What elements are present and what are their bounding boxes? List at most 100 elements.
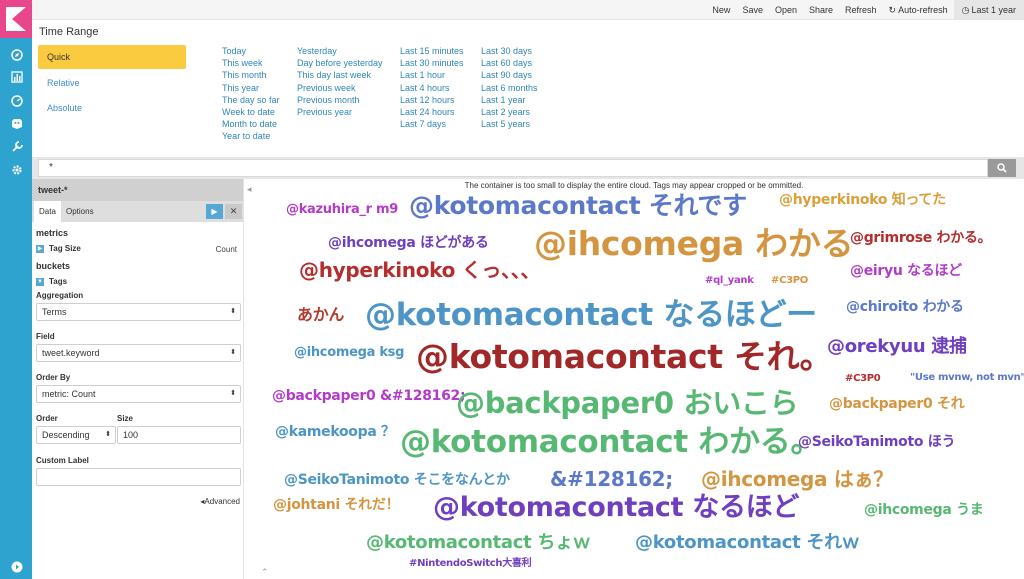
cloud-tag[interactable]: @ihcomega わかる bbox=[534, 227, 854, 260]
quick-link[interactable]: Month to date bbox=[222, 118, 280, 130]
aggregation-select[interactable]: Terms ⬍ bbox=[36, 303, 241, 321]
cloud-tag[interactable]: @ihcomega うま bbox=[864, 503, 984, 517]
cloud-tag[interactable]: @kotomacontact それ。 bbox=[416, 340, 833, 373]
quick-link[interactable]: Previous month bbox=[297, 94, 383, 106]
size-input[interactable]: 100 bbox=[117, 426, 241, 444]
dashboard-icon[interactable] bbox=[10, 94, 23, 107]
cloud-tag[interactable]: #NintendoSwitch大喜利 bbox=[409, 559, 532, 569]
save-button[interactable]: Save bbox=[736, 5, 769, 15]
order-value: Descending bbox=[42, 430, 90, 440]
quick-link[interactable]: Last 30 minutes bbox=[400, 57, 464, 69]
quick-link[interactable]: Last 2 years bbox=[481, 106, 538, 118]
quick-link[interactable]: Last 4 hours bbox=[400, 82, 464, 94]
cloud-tag[interactable]: #C3PO bbox=[771, 276, 808, 286]
timelion-icon[interactable] bbox=[10, 117, 23, 130]
quick-link[interactable]: Day before yesterday bbox=[297, 57, 383, 69]
quick-link[interactable]: The day so far bbox=[222, 94, 280, 106]
quick-link[interactable]: This day last week bbox=[297, 69, 383, 81]
search-button[interactable] bbox=[988, 159, 1016, 177]
quick-link[interactable]: Last 1 hour bbox=[400, 69, 464, 81]
cloud-tag[interactable]: @kotomacontact ちょｗ bbox=[366, 534, 591, 552]
quick-link[interactable]: Last 60 days bbox=[481, 57, 538, 69]
quick-link[interactable]: Last 30 days bbox=[481, 45, 538, 57]
orderby-select[interactable]: metric: Count ⬍ bbox=[36, 385, 241, 403]
discard-changes-button[interactable]: ✕ bbox=[225, 204, 242, 219]
bucket-tags-row[interactable]: ▼ Tags bbox=[36, 277, 67, 286]
tab-relative[interactable]: Relative bbox=[38, 71, 186, 95]
quick-link[interactable]: Yesterday bbox=[297, 45, 383, 57]
cloud-tag[interactable]: "Use mvnw, not mvn" bbox=[910, 373, 1024, 383]
cloud-tag[interactable]: @kotomacontact わかる。 bbox=[400, 427, 821, 458]
cloud-tag[interactable]: @SeikoTanimoto そこをなんとか bbox=[284, 473, 510, 487]
cloud-tag[interactable]: @kazuhira_r m9 bbox=[286, 203, 398, 216]
time-range-button[interactable]: ◷ Last 1 year bbox=[953, 0, 1024, 20]
share-button[interactable]: Share bbox=[803, 5, 839, 15]
devtools-wrench-icon[interactable] bbox=[10, 140, 23, 153]
quick-link[interactable]: Week to date bbox=[222, 106, 280, 118]
cloud-tag[interactable]: @eiryu なるほど bbox=[850, 264, 962, 278]
cloud-tag[interactable]: @kotomacontact それｗ bbox=[635, 534, 860, 552]
quick-link[interactable]: Today bbox=[222, 45, 280, 57]
cloud-tag[interactable]: @chiroito わかる bbox=[846, 300, 964, 314]
toggle-spy-icon[interactable]: ⌃ bbox=[261, 567, 269, 578]
quick-link[interactable]: Last 5 years bbox=[481, 118, 538, 130]
cloud-tag[interactable]: あかん bbox=[297, 307, 344, 323]
cloud-tag[interactable]: @ihcomega ksg bbox=[294, 346, 404, 359]
select-arrows-icon: ⬍ bbox=[230, 349, 236, 356]
quick-link[interactable]: Last 7 days bbox=[400, 118, 464, 130]
advanced-toggle[interactable]: ◂Advanced bbox=[200, 497, 240, 506]
cloud-tag[interactable]: @johtani それだ！ bbox=[273, 498, 400, 512]
quick-link[interactable]: Year to date bbox=[222, 130, 280, 142]
cloud-tag[interactable]: @backpaper0 それ bbox=[829, 397, 965, 411]
refresh-icon: ↻ bbox=[888, 4, 897, 15]
cloud-tag[interactable]: @ihcomega はぁ？ bbox=[701, 469, 893, 489]
tab-quick[interactable]: Quick bbox=[38, 45, 186, 69]
cloud-tag[interactable]: @hyperkinoko くっ、、、 bbox=[299, 260, 541, 280]
kibana-logo[interactable] bbox=[0, 0, 32, 38]
cloud-tag[interactable]: #ql_yank bbox=[705, 276, 754, 286]
cloud-tag[interactable]: @backpaper0 &#128162; bbox=[272, 389, 466, 403]
cloud-tag[interactable]: @grimrose わかる。 bbox=[850, 231, 992, 245]
visualize-icon[interactable] bbox=[10, 70, 23, 83]
cloud-tag[interactable]: @SeikoTanimoto ほう bbox=[798, 435, 955, 449]
cloud-tag[interactable]: @kotomacontact なるほどー bbox=[365, 300, 817, 331]
tab-absolute[interactable]: Absolute bbox=[38, 96, 186, 120]
new-button[interactable]: New bbox=[706, 5, 736, 15]
cloud-tag[interactable]: @kotomacontact なるほど bbox=[433, 494, 799, 521]
cloud-tag[interactable]: @kamekoopa ？ bbox=[275, 425, 395, 439]
discover-icon[interactable] bbox=[10, 48, 23, 61]
cloud-tag[interactable]: @kotomacontact それです bbox=[409, 193, 747, 218]
quick-link[interactable]: Last 1 year bbox=[481, 94, 538, 106]
custom-label-input[interactable] bbox=[36, 468, 241, 486]
cloud-tag[interactable]: &#128162; bbox=[550, 469, 673, 489]
apply-changes-button[interactable]: ▶ bbox=[206, 204, 223, 219]
quick-link[interactable]: Last 15 minutes bbox=[400, 45, 464, 57]
open-button[interactable]: Open bbox=[769, 5, 803, 15]
quick-link[interactable]: This year bbox=[222, 82, 280, 94]
order-select[interactable]: Descending ⬍ bbox=[36, 426, 116, 444]
refresh-button[interactable]: Refresh bbox=[839, 5, 883, 15]
auto-refresh-button[interactable]: ↻ Auto-refresh bbox=[883, 5, 954, 16]
field-select[interactable]: tweet.keyword ⬍ bbox=[36, 344, 241, 362]
tab-options[interactable]: Options bbox=[61, 201, 99, 222]
metric-tag-size-row[interactable]: ▶ Tag Size bbox=[36, 244, 81, 253]
quick-link[interactable]: Last 90 days bbox=[481, 69, 538, 81]
search-input[interactable]: * bbox=[38, 159, 988, 177]
cloud-tag[interactable]: #C3P0 bbox=[845, 374, 881, 384]
chevron-down-icon: ▼ bbox=[36, 277, 44, 286]
quick-link[interactable]: This week bbox=[222, 57, 280, 69]
auto-refresh-label: Auto-refresh bbox=[898, 4, 948, 15]
cloud-tag[interactable]: @orekyuu 逮捕 bbox=[827, 338, 967, 356]
cloud-tag[interactable]: @ihcomega ほどがある bbox=[328, 236, 489, 250]
cloud-tag[interactable]: @hyperkinoko 知ってた bbox=[779, 193, 946, 207]
tab-data[interactable]: Data bbox=[34, 201, 61, 222]
quick-link[interactable]: Previous year bbox=[297, 106, 383, 118]
quick-link[interactable]: Last 6 months bbox=[481, 82, 538, 94]
quick-link[interactable]: Previous week bbox=[297, 82, 383, 94]
quick-link[interactable]: Last 24 hours bbox=[400, 106, 464, 118]
cloud-tag[interactable]: @backpaper0 おいこら bbox=[456, 389, 799, 418]
quick-link[interactable]: Last 12 hours bbox=[400, 94, 464, 106]
settings-gear-icon[interactable] bbox=[10, 163, 23, 176]
collapse-nav-icon[interactable] bbox=[10, 560, 23, 573]
quick-link[interactable]: This month bbox=[222, 69, 280, 81]
